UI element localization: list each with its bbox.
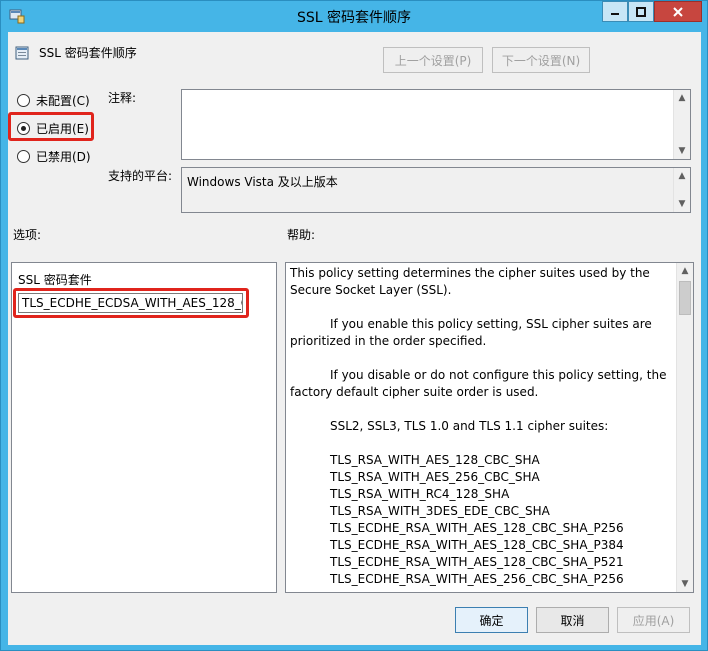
comment-scrollbar[interactable]: ▲ ▼ (673, 90, 690, 159)
list-item: TLS_ECDHE_RSA_WITH_AES_128_CBC_SHA_P256 (330, 521, 624, 535)
title-bar[interactable]: SSL 密码套件顺序 (1, 1, 707, 32)
help-paragraph: If you enable this policy setting, SSL c… (290, 317, 652, 348)
maximize-button[interactable] (628, 1, 654, 22)
help-panel: This policy setting determines the ciphe… (285, 262, 694, 593)
platform-value: Windows Vista 及以上版本 (187, 175, 338, 189)
apply-button[interactable]: 应用(A) (617, 607, 690, 633)
scroll-up-icon[interactable]: ▲ (677, 263, 693, 279)
radio-button-icon (17, 150, 30, 163)
options-panel: SSL 密码套件 TLS_ECDHE_ECDSA_WITH_AES_128_G (11, 262, 277, 593)
scroll-thumb[interactable] (679, 281, 691, 315)
platform-field: Windows Vista 及以上版本 ▲ ▼ (181, 167, 691, 213)
help-text: This policy setting determines the ciphe… (290, 265, 673, 588)
maximize-icon (636, 6, 646, 17)
close-button[interactable] (654, 1, 702, 22)
platform-label: 支持的平台: (108, 169, 173, 183)
list-item: TLS_RSA_WITH_3DES_EDE_CBC_SHA (330, 504, 550, 518)
radio-label: 已禁用(D) (36, 150, 91, 164)
ok-button[interactable]: 确定 (455, 607, 528, 633)
list-item: TLS_RSA_WITH_AES_128_CBC_SHA (330, 453, 540, 467)
help-paragraph: If you disable or do not configure this … (290, 368, 667, 399)
help-scrollbar[interactable]: ▲ ▼ (676, 263, 693, 592)
scroll-down-icon[interactable]: ▼ (674, 143, 690, 159)
help-paragraph: This policy setting determines the ciphe… (290, 266, 650, 297)
cipher-suite-label: SSL 密码套件 (18, 273, 92, 287)
cancel-button[interactable]: 取消 (536, 607, 609, 633)
radio-button-icon (17, 94, 30, 107)
highlight-box (8, 112, 94, 141)
next-setting-button[interactable]: 下一个设置(N) (492, 47, 590, 73)
list-item: TLS_ECDHE_RSA_WITH_AES_256_CBC_SHA_P256 (330, 572, 624, 586)
highlight-box (13, 288, 249, 318)
minimize-button[interactable] (602, 1, 628, 22)
cipher-suite-list: TLS_RSA_WITH_AES_128_CBC_SHA TLS_RSA_WIT… (290, 452, 673, 588)
comment-label: 注释: (108, 91, 137, 105)
dialog-client-area: SSL 密码套件顺序 上一个设置(P) 下一个设置(N) 未配置(C) 已启用(… (8, 32, 701, 645)
radio-disabled[interactable]: 已禁用(D) (17, 148, 91, 165)
scroll-up-icon[interactable]: ▲ (674, 168, 690, 184)
platform-scrollbar[interactable]: ▲ ▼ (673, 168, 690, 212)
radio-not-configured[interactable]: 未配置(C) (17, 92, 90, 109)
previous-setting-button[interactable]: 上一个设置(P) (383, 47, 483, 73)
list-item: TLS_ECDHE_RSA_WITH_AES_128_CBC_SHA_P521 (330, 555, 624, 569)
radio-label: 未配置(C) (36, 94, 90, 108)
list-item: TLS_ECDHE_RSA_WITH_AES_128_CBC_SHA_P384 (330, 538, 624, 552)
policy-icon (15, 46, 29, 60)
setting-title: SSL 密码套件顺序 (39, 46, 137, 60)
list-item: TLS_RSA_WITH_RC4_128_SHA (330, 487, 510, 501)
scroll-down-icon[interactable]: ▼ (677, 576, 693, 592)
scroll-down-icon[interactable]: ▼ (674, 196, 690, 212)
options-section-label: 选项: (13, 228, 42, 242)
help-section-label: 帮助: (287, 228, 316, 242)
close-icon (673, 6, 683, 17)
list-item: TLS_RSA_WITH_AES_256_CBC_SHA (330, 470, 540, 484)
help-paragraph: SSL2, SSL3, TLS 1.0 and TLS 1.1 cipher s… (330, 419, 609, 433)
minimize-icon (611, 12, 619, 15)
comment-textarea[interactable]: ▲ ▼ (181, 89, 691, 160)
scroll-up-icon[interactable]: ▲ (674, 90, 690, 106)
dialog-window: SSL 密码套件顺序 SSL 密码套件顺序 上一个设置(P) 下一个设置(N) … (0, 0, 708, 651)
